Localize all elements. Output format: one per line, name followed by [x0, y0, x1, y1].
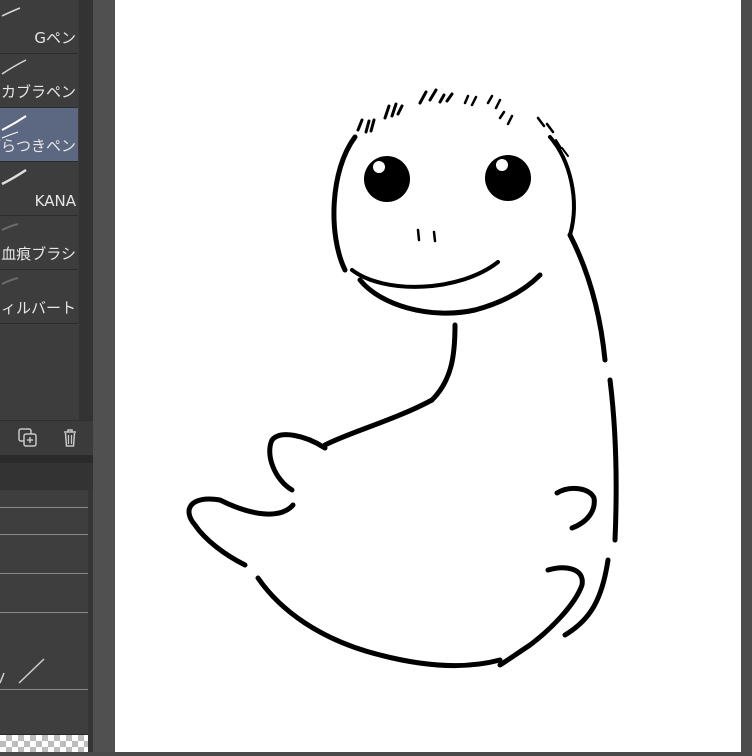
brush-label: KANA [34, 192, 76, 210]
property-row-divider [0, 689, 88, 690]
tool-property-panel [0, 463, 93, 752]
brush-item-blood-brush[interactable]: 血痕ブラシ [0, 216, 78, 270]
panel-separator [0, 455, 93, 463]
brush-list: Gペン カブラペン ざらつきペン KANA 血痕ブラシ [0, 0, 79, 324]
brush-list-scrollbar[interactable] [79, 0, 93, 420]
brush-label: ざらつきペン [0, 137, 76, 155]
transparent-color-swatch[interactable] [0, 734, 88, 752]
brush-label: フィルバート [0, 299, 76, 317]
trash-icon[interactable] [59, 427, 81, 449]
character-drawing [186, 88, 619, 668]
stroke-shape-icon[interactable] [0, 653, 60, 689]
brush-item-filbert[interactable]: フィルバート [0, 270, 78, 324]
brush-item-rough-pen[interactable]: ざらつきペン [0, 108, 78, 162]
property-header [0, 463, 93, 490]
property-row-divider [0, 507, 88, 508]
brush-label: 血痕ブラシ [1, 245, 76, 263]
copy-add-icon[interactable] [17, 427, 39, 449]
brush-item-kabura-pen[interactable]: カブラペン [0, 54, 78, 108]
canvas-right-gutter [741, 0, 752, 752]
brush-item-g-pen[interactable]: Gペン [0, 0, 78, 54]
panel-gutter [93, 0, 115, 752]
drawing-canvas[interactable] [115, 0, 741, 752]
brush-item-kana[interactable]: KANA [0, 162, 78, 216]
brush-toolbar [0, 420, 93, 455]
property-row-divider [0, 573, 88, 574]
tool-sidebar: Gペン カブラペン ざらつきペン KANA 血痕ブラシ [0, 0, 93, 752]
brush-label: カブラペン [0, 83, 76, 101]
brush-label: Gペン [34, 29, 76, 47]
property-row-divider [0, 534, 88, 535]
property-row-divider [0, 612, 88, 613]
